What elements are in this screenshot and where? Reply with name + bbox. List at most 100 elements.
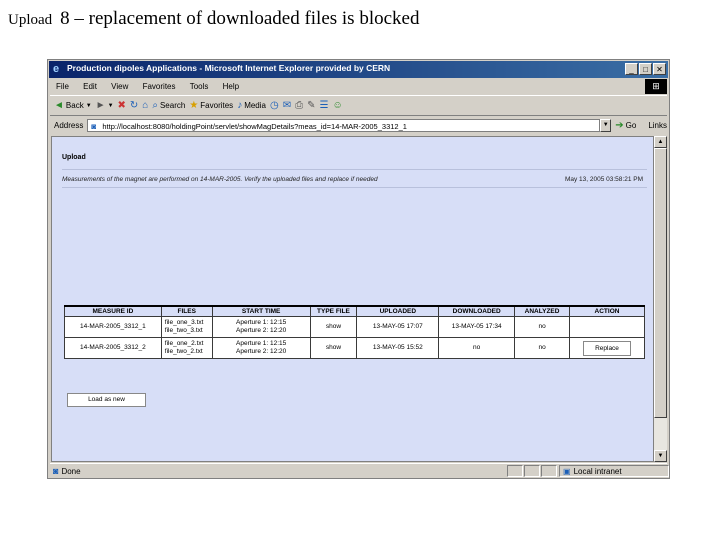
address-bar: Address ◙ http://localhost:8080/holdingPo… <box>50 117 667 134</box>
column-header: DOWNLOADED <box>438 305 516 317</box>
column-header: ACTION <box>569 305 645 317</box>
edit-button[interactable]: ✎ <box>307 100 315 111</box>
media-icon: ♪ <box>237 100 243 111</box>
scroll-up-arrow-icon[interactable]: ▲ <box>654 136 667 148</box>
menu-help[interactable]: Help <box>223 82 239 91</box>
messenger-icon: ☺ <box>332 100 343 111</box>
analyzed-cell: no <box>514 316 571 338</box>
home-button[interactable]: ⌂ <box>142 100 148 111</box>
go-button[interactable]: ➔ Go <box>615 120 636 131</box>
search-button[interactable]: ⌕ Search <box>152 100 185 111</box>
scroll-down-arrow-icon[interactable]: ▼ <box>654 450 667 462</box>
mail-button[interactable]: ✉ <box>283 100 291 111</box>
slide-title: Upload 8 – replacement of downloaded file… <box>8 8 419 30</box>
page-date: May 13, 2005 03:58:21 PM <box>564 176 643 183</box>
print-icon: ⎙ <box>295 100 304 111</box>
file-link[interactable]: file_one_3.txt <box>165 319 212 327</box>
go-arrow-icon: ➔ <box>615 120 624 131</box>
media-button[interactable]: ♪ Media <box>237 100 266 111</box>
start-time-cell: Aperture 1: 12:15 Aperture 2: 12:20 <box>211 337 311 359</box>
replace-button[interactable]: Replace <box>583 340 632 356</box>
maximize-button[interactable]: □ <box>639 63 652 75</box>
links-button[interactable]: Links <box>648 121 667 130</box>
divider <box>62 187 647 188</box>
zone-label: Local intranet <box>573 466 622 476</box>
close-button[interactable]: ✕ <box>653 63 666 75</box>
back-button[interactable]: ◄ Back ▼ <box>54 100 92 111</box>
address-label: Address <box>54 121 84 130</box>
file-link[interactable]: file_two_2.txt <box>165 348 212 356</box>
ie-logo-icon: e <box>53 63 60 75</box>
menu-tools[interactable]: Tools <box>190 82 209 91</box>
start-time-aperture-1: Aperture 1: 12:15 <box>236 319 287 326</box>
menu-file[interactable]: File <box>56 82 69 91</box>
star-icon: ★ <box>189 100 199 111</box>
home-icon: ⌂ <box>142 100 149 111</box>
table-header-row: MEASURE ID FILES START TIME TYPE FILE UP… <box>64 305 645 317</box>
menu-edit[interactable]: Edit <box>83 82 97 91</box>
file-link[interactable]: file_two_3.txt <box>165 327 212 335</box>
type-file-show-link[interactable]: show <box>309 337 358 359</box>
load-as-new-button[interactable]: Load as new <box>67 393 146 407</box>
history-icon: ◷ <box>269 100 279 111</box>
column-header: ANALYZED <box>514 305 571 317</box>
start-time-aperture-2: Aperture 2: 12:20 <box>236 348 287 355</box>
refresh-button[interactable]: ↻ <box>130 100 138 111</box>
print-button[interactable]: ⎙ <box>295 100 303 111</box>
divider <box>62 169 647 170</box>
address-dropdown[interactable]: ▼ <box>600 119 612 132</box>
analyzed-cell: no <box>514 337 571 359</box>
history-button[interactable]: ◷ <box>270 100 279 111</box>
page-description: Measurements of the magnet are performed… <box>62 176 378 183</box>
measure-id-cell: 14-MAR-2005_3312_2 <box>64 337 162 359</box>
minimize-button[interactable]: _ <box>625 63 638 75</box>
browser-window: e Production dipoles Applications - Micr… <box>47 59 670 479</box>
files-cell: file_one_2.txt file_two_2.txt <box>160 337 213 359</box>
slide-title-text: 8 – replacement of downloaded files is b… <box>60 8 420 29</box>
menu-view[interactable]: View <box>111 82 128 91</box>
forward-button[interactable]: ► ▼ <box>96 100 114 111</box>
security-zone: ▣ Local intranet <box>559 465 669 477</box>
toolbar: ◄ Back ▼ ► ▼ ✖ ↻ ⌂ ⌕ Search ★ Favorites ♪ Medi… <box>50 95 667 116</box>
page-done-icon: ◙ <box>53 466 59 476</box>
column-header: TYPE FILE <box>309 305 358 317</box>
status-divider <box>524 465 540 477</box>
scroll-thumb[interactable] <box>654 148 667 418</box>
uploaded-cell: 13-MAY-05 15:52 <box>356 337 440 359</box>
measure-id-cell: 14-MAR-2005_3312_1 <box>64 316 162 338</box>
discuss-button[interactable]: ☰ <box>320 100 329 111</box>
column-header: FILES <box>160 305 213 317</box>
uploaded-cell: 13-MAY-05 17:07 <box>356 316 440 338</box>
column-header: MEASURE ID <box>64 305 162 317</box>
downloaded-cell: no <box>438 337 516 359</box>
start-time-cell: Aperture 1: 12:15 Aperture 2: 12:20 <box>211 316 311 338</box>
file-link[interactable]: file_one_2.txt <box>165 340 212 348</box>
start-time-aperture-2: Aperture 2: 12:20 <box>236 327 287 334</box>
edit-icon: ✎ <box>307 100 316 111</box>
messenger-button[interactable]: ☺ <box>332 100 342 111</box>
status-divider <box>541 465 557 477</box>
favorites-button[interactable]: ★ Favorites <box>189 100 233 111</box>
table-row: 14-MAR-2005_3312_2 file_one_2.txt file_t… <box>64 337 645 359</box>
column-header: START TIME <box>211 305 311 317</box>
column-header: UPLOADED <box>356 305 440 317</box>
forward-arrow-icon: ► <box>95 100 106 111</box>
stop-button[interactable]: ✖ <box>118 100 126 111</box>
menu-favorites[interactable]: Favorites <box>143 82 176 91</box>
type-file-show-link[interactable]: show <box>309 316 358 338</box>
discuss-icon: ☰ <box>319 100 329 111</box>
windows-logo-icon: ⊞ <box>645 79 667 94</box>
address-input[interactable]: ◙ http://localhost:8080/holdingPoint/serv… <box>87 119 601 132</box>
action-cell <box>569 316 645 338</box>
status-divider <box>507 465 523 477</box>
vertical-scrollbar[interactable]: ▲ ▼ <box>654 136 667 462</box>
address-url: http://localhost:8080/holdingPoint/servl… <box>102 122 407 131</box>
files-cell: file_one_3.txt file_two_3.txt <box>160 316 213 338</box>
stop-icon: ✖ <box>117 100 126 111</box>
intranet-icon: ▣ <box>563 466 571 476</box>
back-label: Back <box>65 101 84 110</box>
downloaded-cell: 13-MAY-05 17:34 <box>438 316 516 338</box>
menu-bar: File Edit View Favorites Tools Help <box>50 79 667 94</box>
mail-icon: ✉ <box>282 100 292 111</box>
search-icon: ⌕ <box>152 100 158 111</box>
